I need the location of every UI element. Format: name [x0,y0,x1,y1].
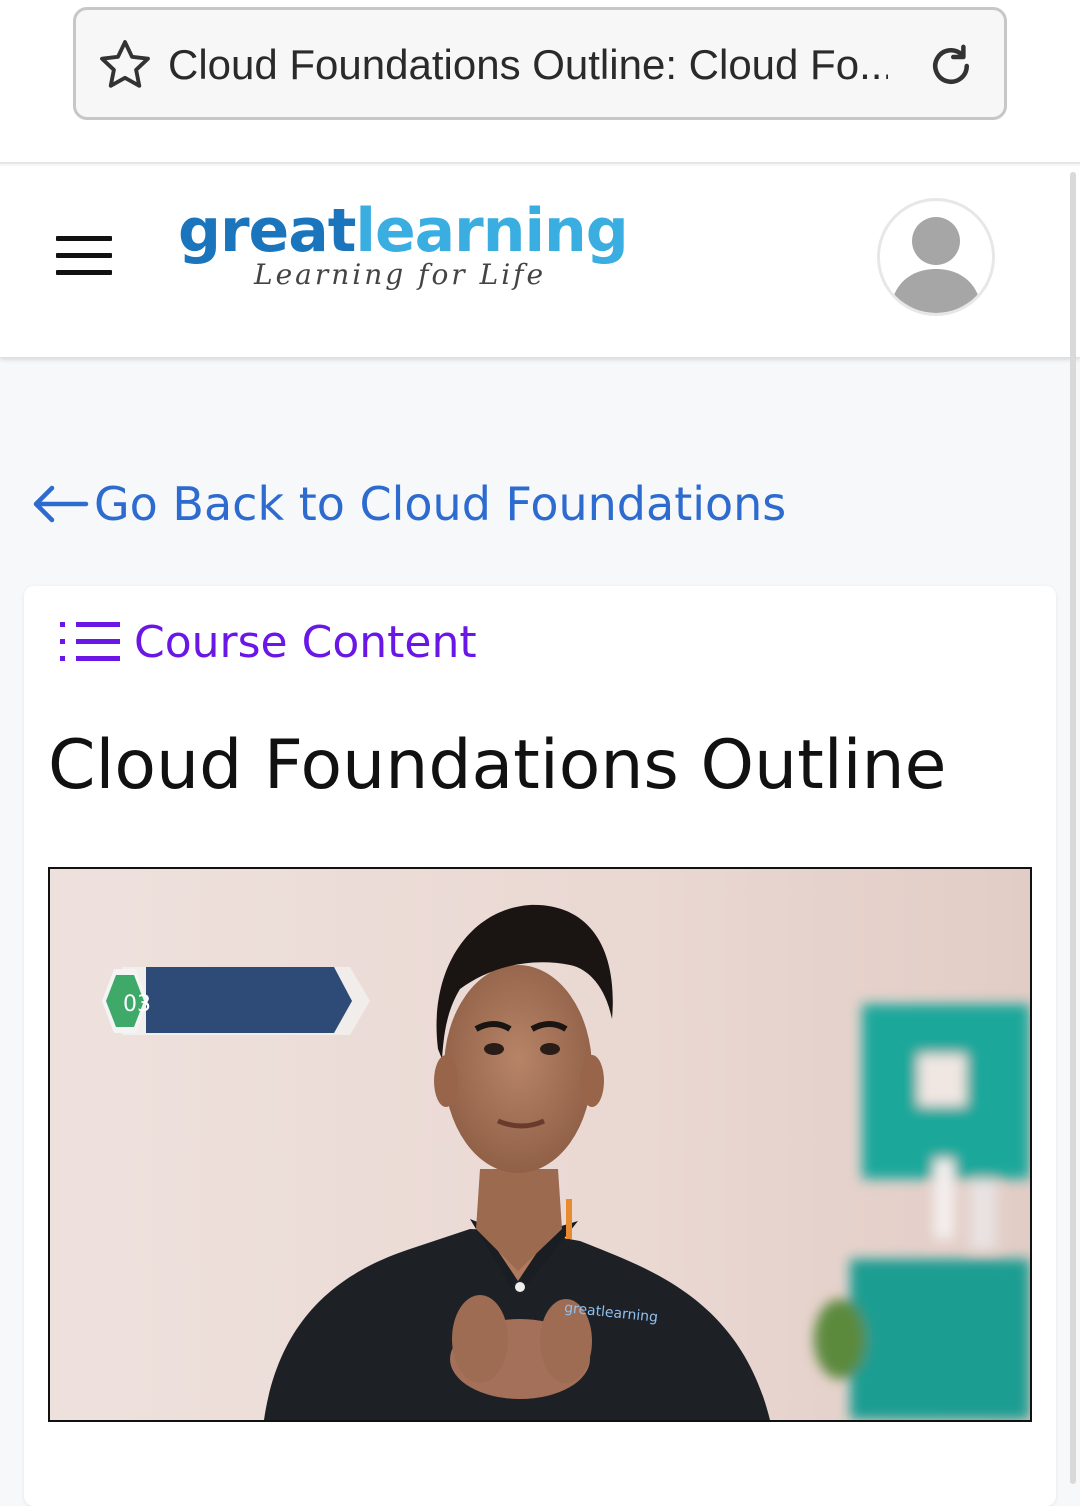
star-outline-icon[interactable] [96,36,154,94]
logo-wordmark: greatlearning [178,196,629,266]
browser-toolbar: Cloud Foundations Outline: Cloud Fo... [0,0,1080,164]
video-overlay-number: 03 [123,992,151,1017]
site-header: greatlearning Learning for Life [0,166,1080,358]
logo-tagline: Learning for Life [254,258,547,291]
course-card: Course Content Cloud Foundations Outline [24,586,1056,1506]
url-bar[interactable]: Cloud Foundations Outline: Cloud Fo... [73,7,1007,120]
go-back-label: Go Back to Cloud Foundations [94,477,787,531]
hamburger-menu-icon[interactable] [56,236,112,276]
greatlearning-logo[interactable]: greatlearning Learning for Life [178,196,648,306]
video-player[interactable]: 03 greatlearning [48,867,1032,1422]
user-avatar-icon[interactable] [877,198,995,316]
course-content-label: Course Content [134,616,477,668]
page-title: Cloud Foundations Outline [48,726,947,805]
go-back-link[interactable]: Go Back to Cloud Foundations [30,474,786,534]
scrollbar[interactable] [1070,172,1076,1484]
video-thumbnail [50,869,1030,1420]
arrow-left-icon [33,485,89,523]
page-title-in-url-bar: Cloud Foundations Outline: Cloud Fo... [168,41,888,88]
course-content-button[interactable]: Course Content [58,614,477,670]
list-icon [60,622,120,661]
reload-icon[interactable] [924,39,978,93]
